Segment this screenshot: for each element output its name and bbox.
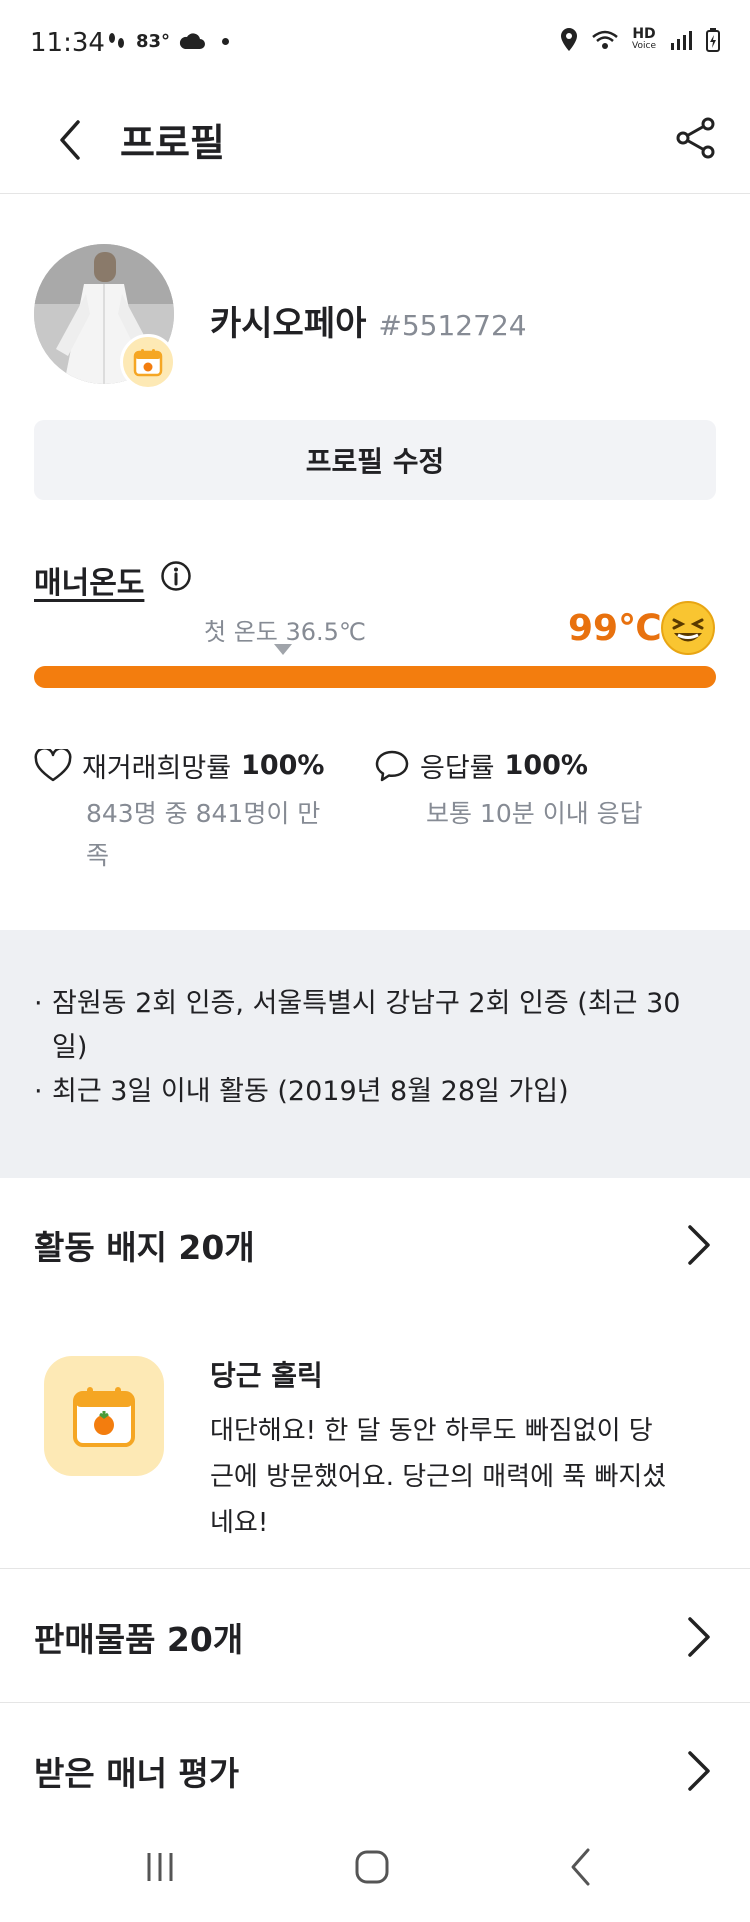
share-button[interactable] xyxy=(666,108,726,168)
wifi-icon xyxy=(592,30,618,49)
verification-list: 잠원동 2회 인증, 서울특별시 강남구 2회 인증 (최근 30일) 최근 3… xyxy=(34,982,714,1114)
manner-temp-bar-fill xyxy=(34,666,716,688)
footsteps-icon xyxy=(109,33,124,48)
sales-items-row[interactable]: 판매물품 20개 xyxy=(0,1572,750,1702)
cloud-icon xyxy=(179,33,206,49)
chevron-right-icon xyxy=(688,1225,710,1265)
list-item: 최근 3일 이내 활동 (2019년 8월 28일 가입) xyxy=(34,1070,714,1114)
back-icon xyxy=(571,1848,590,1886)
calendar-icon xyxy=(73,1387,135,1447)
back-button[interactable] xyxy=(40,110,100,170)
chevron-right-icon xyxy=(688,1617,710,1657)
chat-bubble-icon xyxy=(375,750,409,781)
laughing-face-icon xyxy=(661,601,715,655)
status-time: 11:34 xyxy=(30,28,105,58)
profile-name-row: 카시오페아 #5512724 xyxy=(210,296,527,345)
network-indicator: HD Voice xyxy=(632,26,656,51)
first-temp-label: 첫 온도 36.5℃ xyxy=(204,618,366,646)
manner-temp-value: 99℃ xyxy=(568,608,662,649)
manner-temp-bar xyxy=(34,666,716,688)
weather-temp: 83° xyxy=(136,30,171,52)
badge-description: 대단해요! 한 달 동안 하루도 빠짐없이 당근에 방문했어요. 당근의 매력에… xyxy=(210,1416,667,1538)
recent-apps-button[interactable] xyxy=(130,1842,190,1892)
retrade-rate-detail: 843명 중 841명이 만족 xyxy=(86,799,321,870)
home-icon xyxy=(355,1850,389,1884)
badge-title: 당근 홀릭 xyxy=(210,1359,323,1392)
user-name: 카시오페아 xyxy=(210,304,367,344)
status-right-icons: HD Voice xyxy=(560,26,720,52)
share-icon xyxy=(676,117,715,159)
heart-icon xyxy=(34,748,72,781)
app-header: 프로필 xyxy=(0,90,750,194)
manner-temp-label[interactable]: 매너온도 xyxy=(34,558,144,602)
edit-profile-button[interactable]: 프로필 수정 xyxy=(34,420,716,500)
recent-apps-icon xyxy=(147,1853,173,1881)
first-temp-marker xyxy=(274,644,292,655)
badge-carrot-holic[interactable] xyxy=(44,1356,164,1476)
retrade-rate-label: 재거래희망률 xyxy=(82,753,232,784)
user-id: #5512724 xyxy=(378,309,527,342)
retrade-rate: 재거래희망률 100% 843명 중 841명이 만족 xyxy=(34,746,334,877)
location-icon xyxy=(561,28,578,51)
info-icon[interactable] xyxy=(160,560,192,592)
status-left-icons: 83° xyxy=(106,30,230,52)
system-nav-bar xyxy=(0,1812,750,1922)
response-rate: 응답률 100% 보통 10분 이내 응답 xyxy=(374,746,724,835)
status-bar: 11:34 83° HD Voice xyxy=(0,0,750,90)
list-item: 잠원동 2회 인증, 서울특별시 강남구 2회 인증 (최근 30일) xyxy=(34,982,714,1070)
response-rate-label: 응답률 xyxy=(420,753,495,784)
activity-badges-title: 활동 배지 20개 xyxy=(34,1228,255,1267)
chevron-right-icon xyxy=(688,1751,710,1791)
response-rate-detail: 보통 10분 이내 응답 xyxy=(426,799,643,828)
divider xyxy=(0,1568,750,1569)
dot-icon xyxy=(222,37,230,45)
sales-items-title: 판매물품 20개 xyxy=(34,1620,244,1659)
divider xyxy=(0,1702,750,1703)
activity-badges-row[interactable]: 활동 배지 20개 xyxy=(0,1180,750,1310)
verification-info-block: 잠원동 2회 인증, 서울특별시 강남구 2회 인증 (최근 30일) 최근 3… xyxy=(0,930,750,1178)
signal-icon xyxy=(671,31,692,50)
calendar-icon xyxy=(133,349,163,377)
chevron-left-icon xyxy=(60,120,80,160)
carrot-calendar-badge xyxy=(120,334,176,390)
retrade-rate-value: 100% xyxy=(241,750,325,781)
back-nav-button[interactable] xyxy=(550,1842,610,1892)
battery-icon xyxy=(706,28,720,52)
home-button[interactable] xyxy=(342,1842,402,1892)
manner-reviews-title: 받은 매너 평가 xyxy=(34,1754,240,1793)
page-title: 프로필 xyxy=(120,121,225,165)
response-rate-value: 100% xyxy=(504,750,588,781)
